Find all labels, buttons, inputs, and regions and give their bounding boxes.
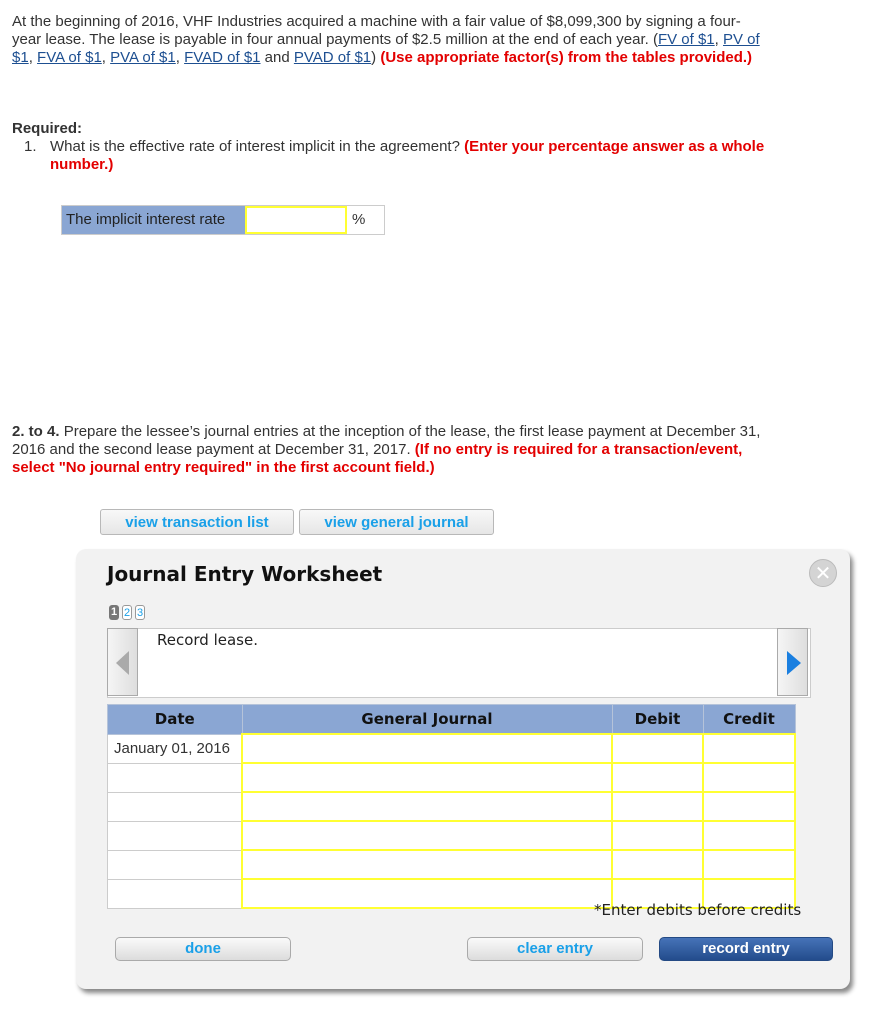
date-cell xyxy=(107,820,243,851)
account-input[interactable] xyxy=(243,737,611,760)
close-icon[interactable]: ✕ xyxy=(809,559,837,587)
page-1-button[interactable]: 1 xyxy=(109,605,119,620)
debit-input[interactable] xyxy=(613,853,702,876)
link-fv-table[interactable]: FV of $1 xyxy=(658,31,715,48)
date-cell: January 01, 2016 xyxy=(107,733,243,764)
table-row xyxy=(107,820,796,851)
column-header-credit: Credit xyxy=(702,704,796,735)
debit-input[interactable] xyxy=(613,737,702,760)
interest-rate-label: The implicit interest rate xyxy=(62,206,245,234)
journal-entry-worksheet: Journal Entry Worksheet ✕ 1 2 3 Record l… xyxy=(76,549,850,989)
debit-input[interactable] xyxy=(613,766,702,789)
date-cell xyxy=(107,849,243,880)
general-journal-table: Date General Journal Debit Credit Januar… xyxy=(107,704,796,909)
credit-input[interactable] xyxy=(704,737,794,760)
next-transaction-button[interactable] xyxy=(777,628,808,696)
worksheet-title: Journal Entry Worksheet xyxy=(107,562,383,586)
table-row: January 01, 2016 xyxy=(107,733,796,764)
date-cell xyxy=(107,878,243,909)
table-row xyxy=(107,791,796,822)
interest-rate-row: The implicit interest rate % xyxy=(61,205,385,235)
credit-input[interactable] xyxy=(704,766,794,789)
link-pva-table[interactable]: PVA of $1 xyxy=(110,49,176,66)
done-button[interactable]: done xyxy=(115,937,291,961)
required-section: Required: 1. What is the effective rate … xyxy=(12,120,772,174)
table-row xyxy=(107,762,796,793)
interest-rate-input[interactable] xyxy=(245,206,347,234)
page-2-button[interactable]: 2 xyxy=(122,605,132,620)
account-input[interactable] xyxy=(243,824,611,847)
link-fva-table[interactable]: FVA of $1 xyxy=(37,49,102,66)
column-header-general-journal: General Journal xyxy=(241,704,613,735)
question-2-to-4: 2. to 4. Prepare the lessee’s journal en… xyxy=(12,423,761,476)
column-header-debit: Debit xyxy=(611,704,704,735)
column-header-date: Date xyxy=(107,704,243,735)
debit-input[interactable] xyxy=(613,795,702,818)
arrow-right-icon xyxy=(787,651,801,675)
debits-before-credits-note: *Enter debits before credits xyxy=(594,901,802,919)
arrow-left-icon xyxy=(116,651,129,675)
worksheet-pager: 1 2 3 xyxy=(109,605,145,620)
account-input[interactable] xyxy=(243,882,611,905)
credit-input[interactable] xyxy=(704,824,794,847)
table-row xyxy=(107,849,796,880)
view-general-journal-button[interactable]: view general journal xyxy=(299,509,494,535)
problem-intro: At the beginning of 2016, VHF Industries… xyxy=(12,13,760,66)
link-pvad-table[interactable]: PVAD of $1 xyxy=(294,49,371,66)
account-input[interactable] xyxy=(243,766,611,789)
account-input[interactable] xyxy=(243,795,611,818)
credit-input[interactable] xyxy=(704,853,794,876)
question-1: 1. What is the effective rate of interes… xyxy=(24,138,765,173)
previous-transaction-button[interactable] xyxy=(107,628,138,696)
credit-input[interactable] xyxy=(704,795,794,818)
intro-instruction: (Use appropriate factor(s) from the tabl… xyxy=(380,49,753,66)
account-input[interactable] xyxy=(243,853,611,876)
link-fvad-table[interactable]: FVAD of $1 xyxy=(184,49,260,66)
view-transaction-list-button[interactable]: view transaction list xyxy=(100,509,294,535)
clear-entry-button[interactable]: clear entry xyxy=(467,937,643,961)
required-title: Required: xyxy=(12,120,83,137)
percent-unit: % xyxy=(347,206,384,234)
record-entry-button[interactable]: record entry xyxy=(659,937,833,961)
debit-input[interactable] xyxy=(613,824,702,847)
transaction-description: Record lease. xyxy=(157,631,258,649)
page-3-button[interactable]: 3 xyxy=(135,605,145,620)
date-cell xyxy=(107,762,243,793)
date-cell xyxy=(107,791,243,822)
